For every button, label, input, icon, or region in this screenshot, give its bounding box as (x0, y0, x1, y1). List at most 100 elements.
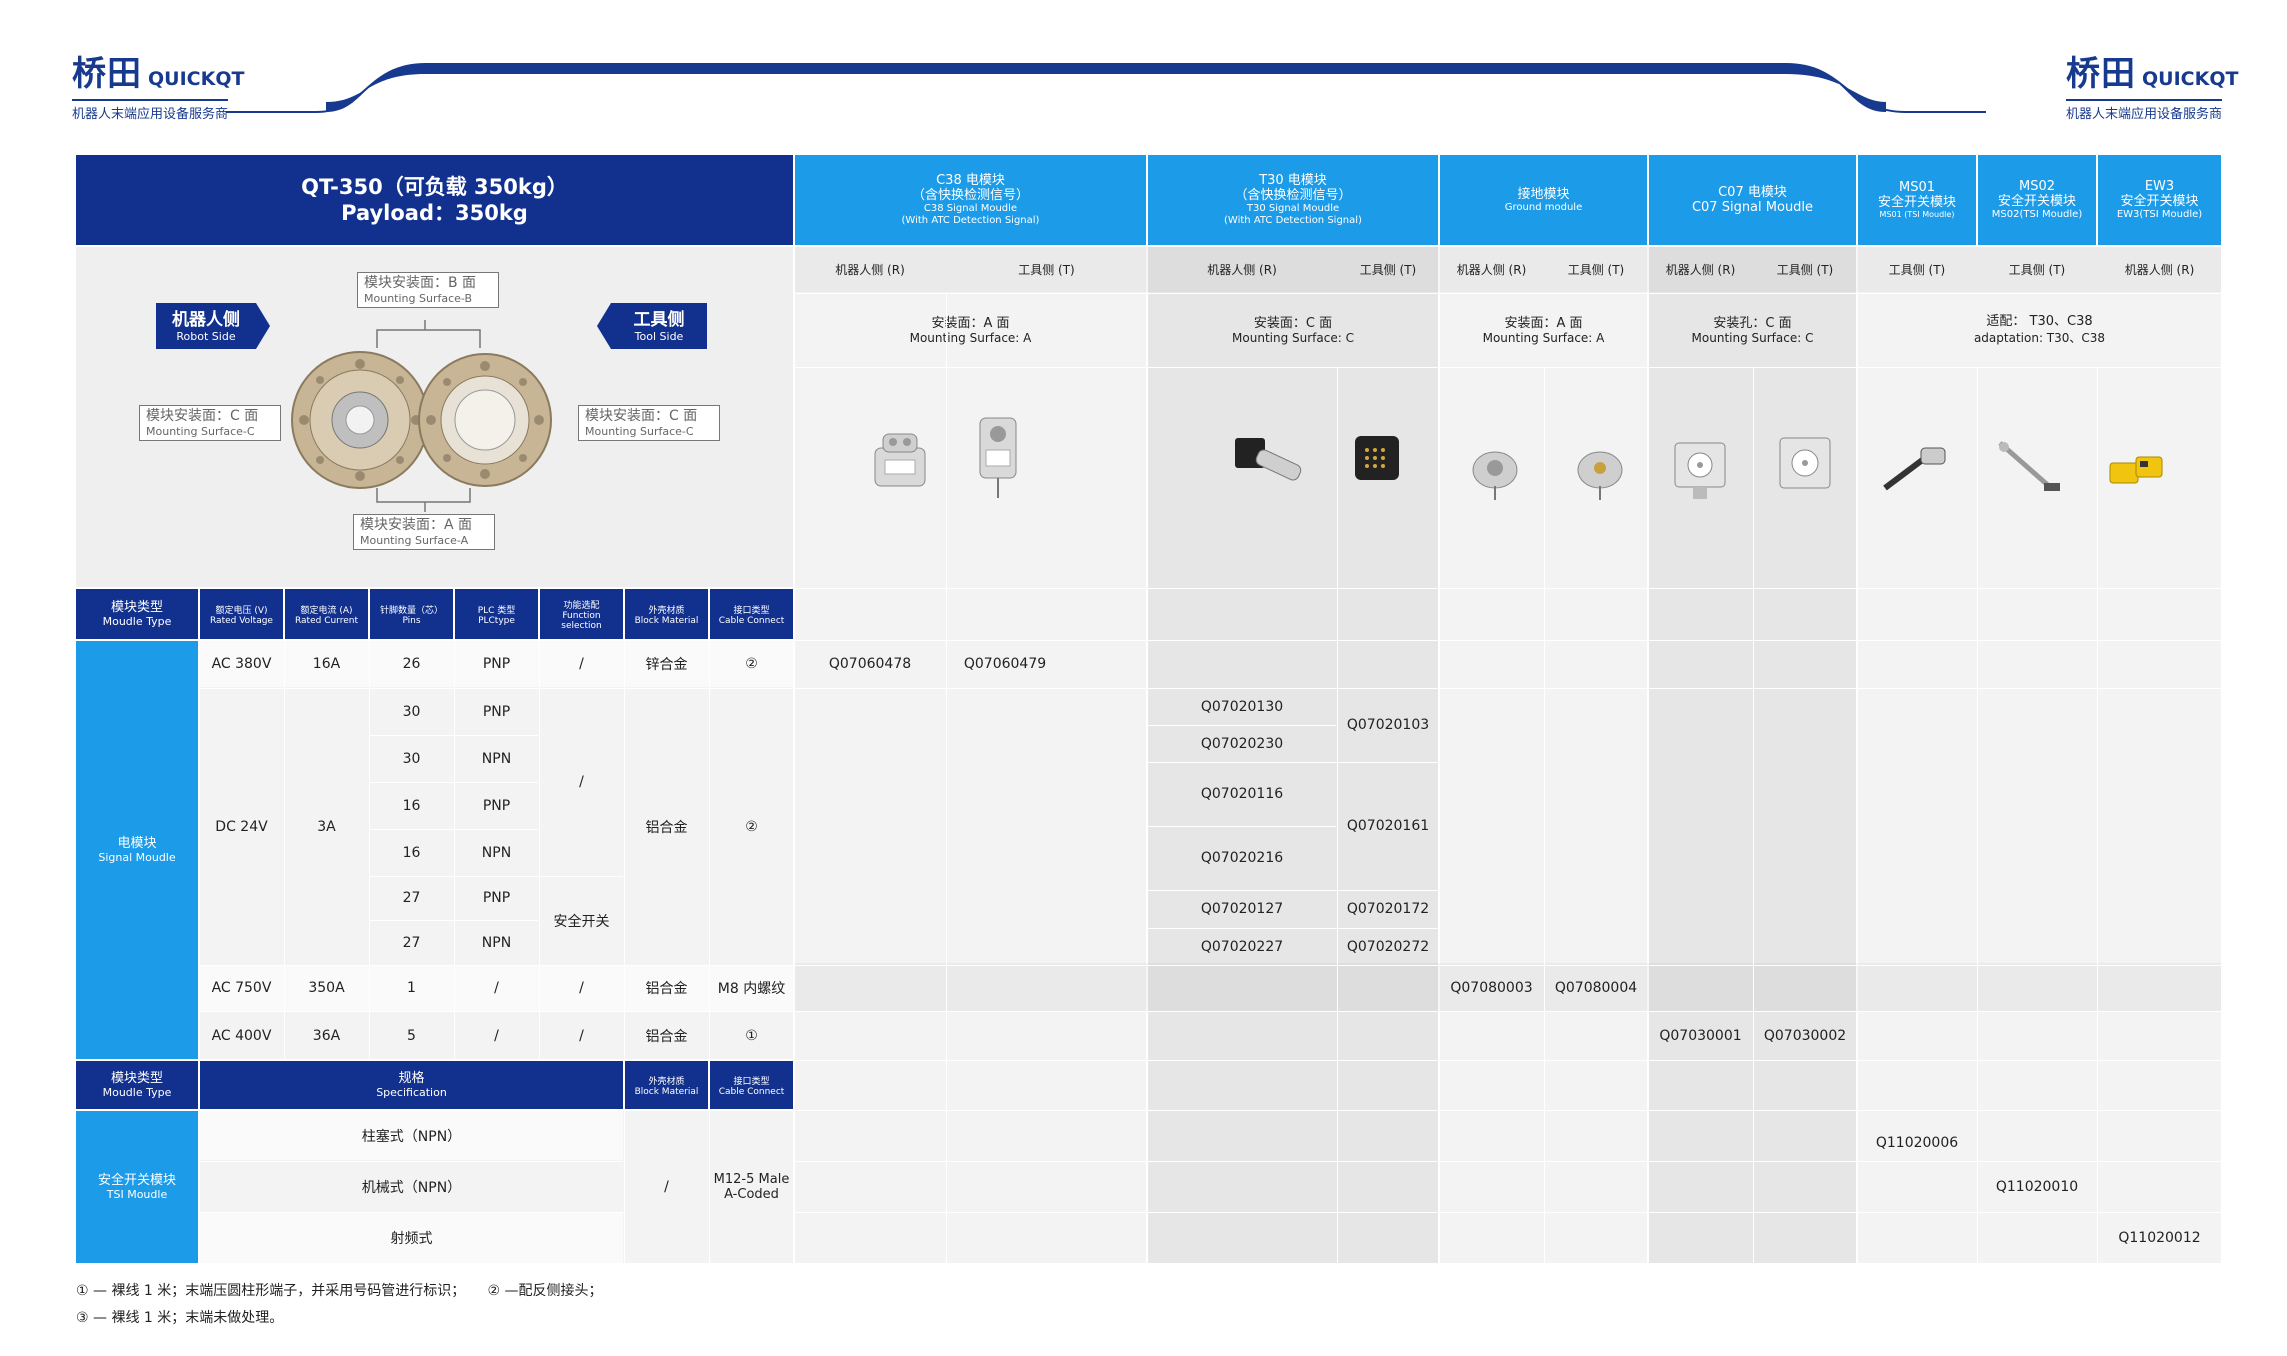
r1-plc: PNP (482, 656, 511, 672)
mount-tsi: 适配： T30、C38 adaptation: T30、C38 (1858, 294, 2221, 366)
header-swoosh (226, 63, 1986, 113)
signal-cn: 电模块 (117, 836, 157, 851)
footnote-2: ③ — 裸线 1 米；末端未做处理。 (76, 1310, 284, 1326)
module-ms01-l3: MS01 (TSI Moudle) (1879, 210, 1955, 219)
robot-side-en: Robot Side (176, 329, 236, 343)
product-images (874, 417, 2163, 500)
tool-side-badge: 工具侧 Tool Side (611, 303, 707, 349)
mount-t30-en: Mounting Surface: C (1232, 330, 1354, 345)
dc-pins-5: 27 (402, 890, 421, 906)
module-t30-l1: T30 电模块 (1259, 173, 1327, 188)
tsi-cable-en: Cable Connect (718, 1086, 785, 1097)
r4-cable: ① (745, 1027, 758, 1044)
t30-robot-code-3: Q07020116 (1200, 786, 1284, 802)
c38-tool-image (979, 417, 1017, 498)
current-cn: 额定电流 (A) (300, 605, 353, 616)
tsi-mat-en: Block Material (634, 1086, 699, 1097)
product-title: QT-350（可负载 350kg） Payload：350kg (76, 155, 793, 245)
r4-c07-robot-code: Q07030001 (1659, 1027, 1742, 1044)
mount-c07-cn: 安装孔：C 面 (1713, 315, 1792, 331)
mount-c38-en: Mounting Surface: A (909, 330, 1032, 345)
r1-func: / (579, 656, 584, 672)
mount-ground: 安装面：A 面 Mounting Surface: A (1440, 294, 1647, 366)
t30-robot-code-2: Q07020230 (1200, 735, 1284, 752)
tsi-spec-en: Specification (376, 1086, 447, 1099)
spec-header-func: 功能选配 Function selection (540, 589, 623, 639)
dc-pins-6: 27 (402, 934, 421, 951)
r1-current: 16A (312, 656, 341, 672)
t30-robot-code-5: Q07020127 (1200, 901, 1284, 917)
cable-cn: 接口类型 (733, 605, 770, 616)
module-ms02-l3: MS02(TSI Moudle) (1991, 209, 2083, 220)
footnote-1: ① — 裸线 1 米；末端压圆柱形端子，并采用号码管进行标识； ② —配反侧接头… (76, 1283, 603, 1299)
dc-pins-4: 16 (402, 844, 421, 861)
module-ms01-l1: MS01 (1898, 180, 1935, 195)
r1-c38-tool-code: Q07060479 (963, 656, 1047, 672)
product-title-en: Payload：350kg (341, 201, 528, 225)
r4-plc: / (494, 1027, 499, 1044)
module-c07-l1: C07 电模块 (1718, 185, 1787, 200)
pins-cn: 针脚数量（芯） (379, 605, 443, 616)
dc-plc-2: NPN (481, 750, 512, 767)
tool-side-cn: 工具侧 (633, 309, 685, 330)
spec-header-current: 额定电流 (A) Rated Current (285, 589, 368, 639)
side-t30-tool: 工具侧 (T) (1359, 263, 1417, 277)
r3-current: 350A (308, 980, 345, 996)
r1-c38-robot-code: Q07060478 (828, 656, 912, 672)
spec-header-voltage: 额定电压 (V) Rated Voltage (200, 589, 283, 639)
surface-b-cn: 模块安装面：B 面 (364, 275, 477, 291)
module-ew3-l1: EW3 (2144, 179, 2175, 194)
mount-ground-cn: 安装面：A 面 (1504, 315, 1583, 331)
cable-en: Cable Connect (718, 615, 785, 626)
r1-voltage: AC 380V (211, 656, 272, 672)
brand-cn: 桥田 (72, 54, 142, 94)
r4-current: 36A (312, 1027, 341, 1044)
module-ew3-l2: 安全开关模块 (2120, 194, 2199, 209)
robot-side-cn: 机器人侧 (172, 309, 240, 330)
tsi-cable: M12-5 Male A-Coded (710, 1111, 793, 1263)
tool-side-en: Tool Side (634, 329, 684, 343)
tsi-spec-2: 机械式（NPN） (361, 1179, 462, 1196)
spec-header-pins: 针脚数量（芯） Pins (370, 589, 453, 639)
t30-robot-code-1: Q07020130 (1200, 698, 1284, 715)
robot-side-arrow (256, 303, 270, 349)
dc-pins-1: 30 (402, 703, 421, 720)
spec-header-cable: 接口类型 Cable Connect (710, 589, 793, 639)
dc-pins-2: 30 (402, 750, 421, 767)
mount-t30: 安装面：C 面 Mounting Surface: C (1148, 294, 1438, 366)
c07-tool-image (1779, 437, 1831, 489)
mount-t30-cn: 安装面：C 面 (1253, 315, 1333, 331)
r1-pins: 26 (402, 656, 421, 672)
surface-c-right-label: 模块安装面：C 面 Mounting Surface-C (578, 405, 720, 441)
tsi-en: TSI Moudle (106, 1188, 168, 1201)
dc-cable: ② (745, 818, 758, 835)
tsi-cable-cn: 接口类型 (733, 1076, 770, 1087)
tsi-cable-l1: M12-5 Male (713, 1172, 790, 1187)
r4-material: 铝合金 (645, 1028, 688, 1045)
module-header-ms01: MS01 安全开关模块 MS01 (TSI Moudle) (1858, 155, 1976, 245)
tsi-mat-cn: 外壳材质 (648, 1076, 685, 1087)
r3-ground-tool-code: Q07080004 (1554, 980, 1638, 996)
type-en: Moudle Type (102, 615, 172, 628)
tsi-cn: 安全开关模块 (97, 1173, 176, 1188)
side-c07-robot: 机器人侧 (R) (1665, 263, 1736, 277)
r4-pins: 5 (407, 1027, 416, 1044)
mat-en: Block Material (634, 615, 699, 626)
module-header-t30: T30 电模块 （含快换检测信号） T30 Signal Moudle (Wit… (1148, 155, 1438, 245)
mat-cn: 外壳材质 (648, 605, 685, 616)
surface-b-label: 模块安装面：B 面 Mounting Surface-B (357, 272, 499, 308)
side-ew3-robot: 机器人侧 (R) (2124, 263, 2195, 277)
surface-a-en: Mounting Surface-A (360, 534, 469, 547)
r3-pins: 1 (407, 980, 416, 996)
module-header-ew3: EW3 安全开关模块 EW3(TSI Moudle) (2098, 155, 2221, 245)
r3-voltage: AC 750V (211, 980, 272, 996)
ms02-image (1998, 441, 2060, 491)
tagline: 机器人末端应用设备服务商 (72, 99, 228, 122)
module-t30-l3: T30 Signal Moudle (1246, 203, 1340, 214)
t30-robot-code-6: Q07020227 (1200, 938, 1284, 955)
surface-b-en: Mounting Surface-B (364, 292, 473, 305)
func-en1: Function (562, 610, 601, 621)
tsi-spec-cn: 规格 (398, 1071, 425, 1086)
r3-material: 铝合金 (645, 981, 688, 997)
ground-robot-image (1472, 451, 1518, 500)
